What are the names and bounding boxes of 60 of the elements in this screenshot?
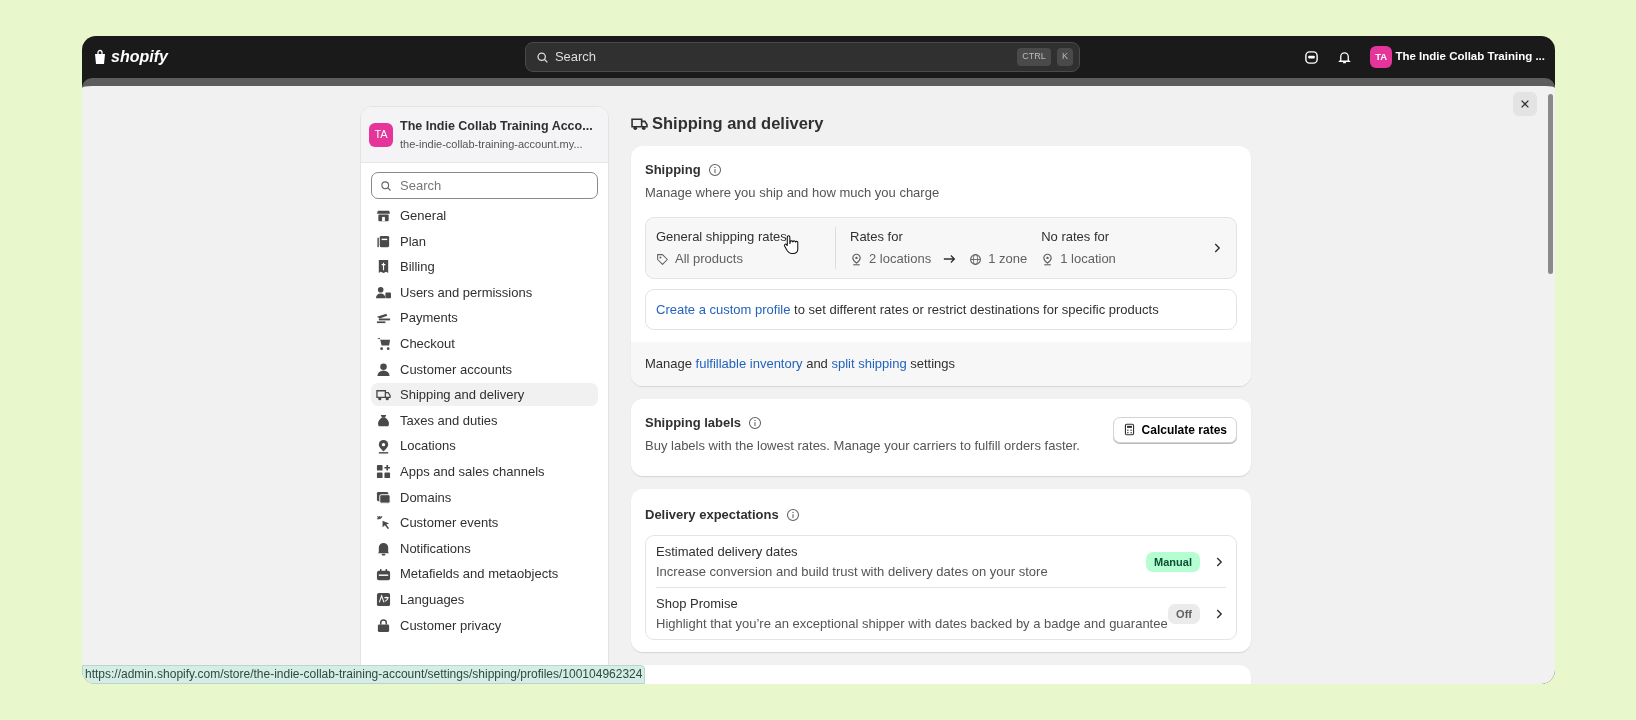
no-rates-label: No rates for bbox=[1041, 227, 1111, 246]
text: and bbox=[805, 356, 829, 372]
sidebar-item[interactable]: Users and permissions bbox=[371, 281, 598, 305]
sidebar-item[interactable]: General bbox=[371, 204, 598, 228]
sidebar-item[interactable]: Customer events bbox=[371, 511, 598, 535]
rates-label: Rates for bbox=[850, 227, 904, 246]
sidebar-item[interactable]: Customer privacy bbox=[371, 613, 598, 637]
avatar: TA bbox=[1370, 46, 1393, 68]
sidebar-item[interactable]: Payments bbox=[371, 306, 598, 330]
section-title: Shipping labels bbox=[645, 413, 742, 432]
profile-title: General shipping rates bbox=[656, 227, 787, 246]
sidebar-item[interactable]: Notifications bbox=[371, 536, 598, 560]
calculate-rates-button[interactable]: Calculate rates bbox=[1112, 416, 1237, 443]
sidebar-item[interactable]: Locations bbox=[371, 434, 598, 458]
account-menu[interactable]: TA The Indie Collab Training ... bbox=[1370, 46, 1545, 68]
delivery-setting-row[interactable]: Estimated delivery dates Increase conversion and build trust with delivery dates on your store Manual bbox=[656, 536, 1226, 588]
link[interactable]: Create a custom profile bbox=[656, 301, 791, 317]
key-hint: K bbox=[1056, 48, 1073, 66]
key-hint: CTRL bbox=[1017, 48, 1051, 66]
section-title: Delivery expectations bbox=[645, 505, 779, 524]
text: to set different rates or restrict destinations for specific products bbox=[793, 301, 1159, 317]
sidebar-item[interactable]: Apps and sales channels bbox=[371, 460, 598, 484]
delivery-setting-row[interactable]: Shop Promise Highlight that you’re an exceptional shipper with dates backed by a badge and guarantee Off bbox=[656, 587, 1226, 640]
setting-description: Highlight that you’re an exceptional shipper with dates backed by a badge and guarantee bbox=[656, 614, 1168, 633]
sidebar-item[interactable]: Billing bbox=[371, 255, 598, 279]
text: Manage bbox=[645, 356, 693, 372]
section-description: Manage where you ship and how much you charge bbox=[645, 184, 941, 203]
setting-title: Estimated delivery dates bbox=[656, 543, 799, 562]
search-field[interactable]: Search CTRL K bbox=[524, 42, 1080, 72]
avatar: TA bbox=[369, 122, 393, 147]
locations-count: 2 locations bbox=[869, 250, 932, 269]
link-preview-url: https://admin.shopify.com/store/the-indie-collab-training-account/settings/shipping/profiles/100104962324 bbox=[82, 665, 646, 684]
sidebar-item[interactable]: Domains bbox=[371, 485, 598, 509]
link[interactable]: fulfillable inventory bbox=[695, 356, 803, 372]
section-title: Shipping bbox=[645, 160, 701, 179]
store-name: The Indie Collab Training ... bbox=[1395, 49, 1545, 65]
sidebar-item[interactable]: Shipping and delivery bbox=[371, 383, 598, 407]
search-field[interactable]: Search bbox=[371, 172, 598, 200]
products-label: All products bbox=[675, 250, 743, 269]
sidebar-item[interactable]: Checkout bbox=[371, 332, 598, 356]
store-name: The Indie Collab Training Acco... bbox=[400, 118, 593, 135]
status-badge: Manual bbox=[1146, 551, 1200, 572]
sidebar-item[interactable]: Metafields and metaobjects bbox=[371, 562, 598, 586]
logo-text: shopify bbox=[111, 47, 168, 67]
location-count: 1 location bbox=[1060, 250, 1116, 269]
sidebar-item[interactable]: Plan bbox=[371, 229, 598, 253]
setting-description: Increase conversion and build trust with delivery dates on your store bbox=[656, 562, 1048, 581]
status-badge: Off bbox=[1168, 603, 1200, 624]
section-description: Buy labels with the lowest rates. Manage your carriers to fulfill orders faster. bbox=[645, 437, 1080, 456]
page-title: Shipping and delivery bbox=[652, 113, 824, 134]
store-header[interactable]: TA The Indie Collab Training Acco... the-indie-collab-training-account.my... bbox=[361, 107, 608, 164]
shipping-profile-row[interactable]: General shipping rates All products Rates for 2 locations 1 zone No rates for 1 location bbox=[645, 216, 1237, 279]
link[interactable]: split shipping bbox=[831, 356, 907, 372]
setting-title: Shop Promise bbox=[656, 595, 739, 614]
store-domain: the-indie-collab-training-account.my... bbox=[400, 136, 584, 152]
sidebar-item[interactable]: Taxes and duties bbox=[371, 409, 598, 432]
text: settings bbox=[909, 356, 956, 372]
zone-count: 1 zone bbox=[988, 250, 1028, 269]
sidebar-item[interactable]: Customer accounts bbox=[371, 357, 598, 381]
sidebar-item[interactable]: Languages bbox=[371, 588, 598, 612]
